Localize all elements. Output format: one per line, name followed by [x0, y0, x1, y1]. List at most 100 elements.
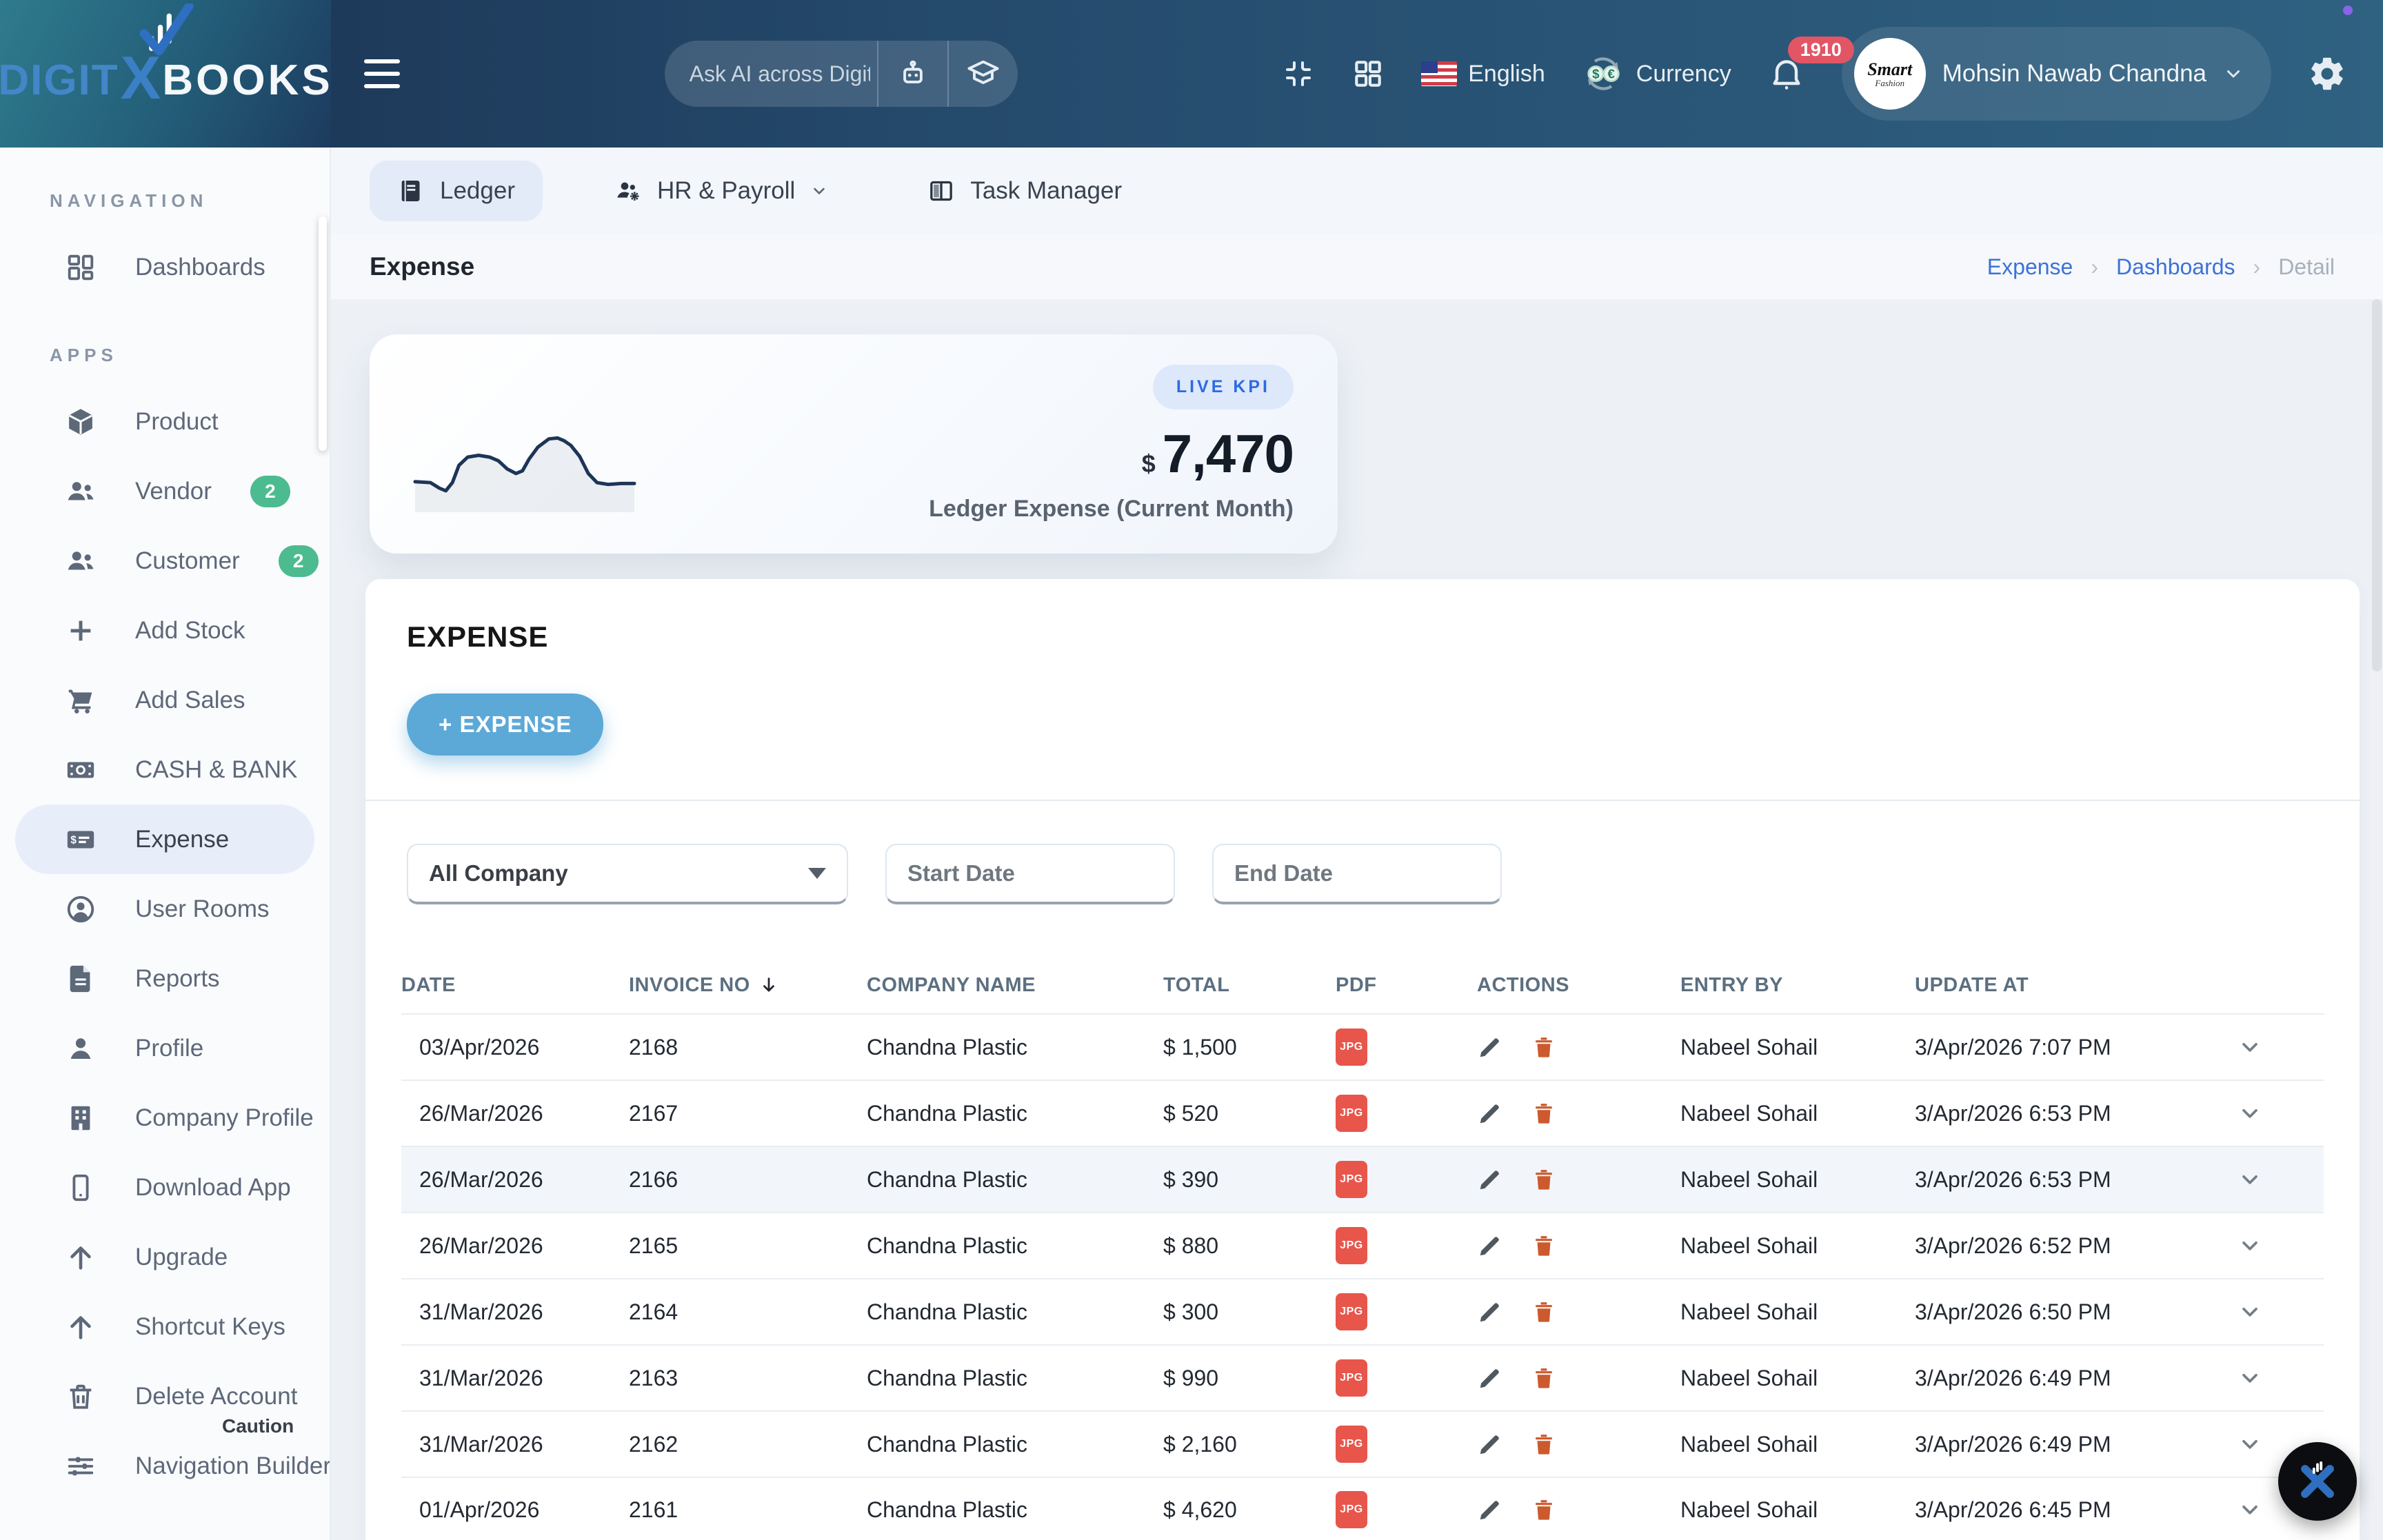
sidebar-item[interactable]: Product [15, 387, 314, 456]
sort-descending-icon[interactable] [758, 975, 779, 995]
jpg-attachment-badge[interactable]: JPG [1336, 1293, 1367, 1330]
column-header[interactable]: DATE [401, 974, 629, 997]
expand-row-button[interactable] [2238, 1299, 2262, 1324]
apps-grid-button[interactable] [1351, 57, 1385, 91]
column-header[interactable]: COMPANY NAME [867, 974, 1163, 997]
delete-button[interactable] [1531, 1431, 1557, 1457]
sidebar-toggle-button[interactable] [364, 59, 400, 88]
breadcrumb-item[interactable]: Expense [1987, 254, 2116, 280]
table-row[interactable]: 31/Mar/2026 2162 Chandna Plastic $ 2,160… [401, 1410, 2324, 1477]
sidebar-item[interactable]: Company Profile [15, 1083, 314, 1153]
column-header[interactable]: TOTAL [1163, 974, 1336, 997]
delete-button[interactable] [1531, 1166, 1557, 1193]
settings-button[interactable] [2307, 54, 2347, 94]
delete-button[interactable] [1531, 1497, 1557, 1523]
add-expense-button[interactable]: + EXPENSE [407, 693, 603, 756]
delete-button[interactable] [1531, 1233, 1557, 1259]
table-row[interactable]: 26/Mar/2026 2167 Chandna Plastic $ 520 J… [401, 1080, 2324, 1146]
end-date-input[interactable]: End Date [1212, 844, 1502, 904]
edit-button[interactable] [1477, 1166, 1503, 1193]
jpg-attachment-badge[interactable]: JPG [1336, 1161, 1367, 1198]
sidebar-item[interactable]: Add Stock [15, 596, 314, 665]
vertical-scrollbar[interactable] [2371, 299, 2383, 1540]
edit-button[interactable] [1477, 1431, 1503, 1457]
table-row[interactable]: 31/Mar/2026 2164 Chandna Plastic $ 300 J… [401, 1278, 2324, 1344]
user-menu[interactable]: Smart Fashion Mohsin Nawab Chandna [1842, 27, 2271, 121]
jpg-attachment-badge[interactable]: JPG [1336, 1491, 1367, 1528]
language-selector[interactable]: English [1421, 61, 1545, 88]
module-tab[interactable]: Task Manager [900, 161, 1149, 221]
column-header[interactable]: ENTRY BY [1680, 974, 1915, 997]
sidebar-item[interactable]: CASH & BANK 4 [15, 735, 314, 804]
sidebar-item[interactable]: Download App [15, 1153, 314, 1222]
jpg-attachment-badge[interactable]: JPG [1336, 1095, 1367, 1132]
expand-row-button[interactable] [2238, 1101, 2262, 1126]
edit-button[interactable] [1477, 1100, 1503, 1126]
sidebar-item[interactable]: Expense [15, 804, 314, 874]
sidebar-item[interactable]: Shortcut Keys [15, 1292, 314, 1361]
expand-row-button[interactable] [2238, 1432, 2262, 1457]
sidebar-item[interactable]: Profile [15, 1013, 314, 1083]
jpg-attachment-badge[interactable]: JPG [1336, 1359, 1367, 1397]
sidebar-item[interactable]: Navigation Builder [15, 1431, 314, 1501]
breadcrumb-item[interactable]: Dashboards [2116, 254, 2278, 280]
table-row[interactable]: 31/Mar/2026 2163 Chandna Plastic $ 990 J… [401, 1344, 2324, 1410]
edit-button[interactable] [1477, 1034, 1503, 1060]
sidebar-item[interactable]: Vendor 2 [15, 456, 314, 526]
expand-row-button[interactable] [2238, 1233, 2262, 1258]
delete-button[interactable] [1531, 1299, 1557, 1325]
ai-search-bar[interactable] [665, 41, 1018, 107]
cell-entry-by: Nabeel Sohail [1680, 1233, 1915, 1259]
breadcrumb: ExpenseDashboardsDetail [1987, 254, 2335, 280]
expand-row-button[interactable] [2238, 1167, 2262, 1192]
column-header[interactable]: PDF [1336, 974, 1477, 997]
delete-button[interactable] [1531, 1365, 1557, 1391]
brand-logo[interactable]: DIGIT X BOOKS [0, 0, 331, 148]
jpg-attachment-badge[interactable]: JPG [1336, 1227, 1367, 1264]
breadcrumb-item[interactable]: Detail [2278, 254, 2335, 280]
ai-assistant-button[interactable] [877, 41, 947, 107]
cell-actions [1477, 1166, 1680, 1193]
chat-widget-button[interactable] [2278, 1442, 2357, 1521]
column-header[interactable]: UPDATE AT [1915, 974, 2215, 997]
jpg-attachment-badge[interactable]: JPG [1336, 1426, 1367, 1463]
module-tab[interactable]: HR & Payroll [587, 161, 856, 221]
sidebar-item[interactable]: Add Sales [15, 665, 314, 735]
currency-selector[interactable]: $ € Currency [1581, 52, 1731, 96]
table-row[interactable]: 26/Mar/2026 2166 Chandna Plastic $ 390 J… [401, 1146, 2324, 1212]
column-header[interactable]: INVOICE NO [629, 974, 867, 997]
edit-button[interactable] [1477, 1365, 1503, 1391]
expand-row-button[interactable] [2238, 1497, 2262, 1522]
edit-button[interactable] [1477, 1497, 1503, 1523]
sidebar-item[interactable]: User Rooms [15, 874, 314, 944]
jpg-attachment-badge[interactable]: JPG [1336, 1029, 1367, 1066]
expand-row-button[interactable] [2238, 1366, 2262, 1390]
sidebar-item[interactable]: Upgrade [15, 1222, 314, 1292]
module-tab[interactable]: Ledger [370, 161, 543, 221]
sidebar-item[interactable]: Customer 2 [15, 526, 314, 596]
edit-button[interactable] [1477, 1233, 1503, 1259]
sidebar-item[interactable]: Dashboards [15, 232, 314, 302]
expand-row-button[interactable] [2238, 1035, 2262, 1060]
cell-actions [1477, 1100, 1680, 1126]
delete-button[interactable] [1531, 1100, 1557, 1126]
sidebar-item[interactable]: Reports [15, 944, 314, 1013]
edit-button[interactable] [1477, 1299, 1503, 1325]
compress-view-button[interactable] [1282, 57, 1315, 90]
user-avatar: Smart Fashion [1854, 38, 1926, 110]
ai-search-input[interactable] [665, 41, 877, 107]
table-row[interactable]: 01/Apr/2026 2161 Chandna Plastic $ 4,620… [401, 1477, 2324, 1540]
start-date-input[interactable]: Start Date [885, 844, 1175, 904]
learning-button[interactable] [947, 41, 1018, 107]
delete-button[interactable] [1531, 1034, 1557, 1060]
pencil-icon [1477, 1166, 1503, 1193]
company-filter-select[interactable]: All Company [407, 844, 848, 904]
sidebar-item[interactable]: Delete Account Caution [15, 1361, 314, 1431]
scrollbar-thumb[interactable] [2372, 299, 2382, 671]
live-kpi-card[interactable]: LIVE KPI $ 7,470 Ledger Expense (Current… [370, 334, 1338, 554]
sidebar-scrollbar-thumb[interactable] [319, 216, 327, 451]
notifications-button[interactable]: 1910 [1767, 54, 1806, 93]
table-row[interactable]: 03/Apr/2026 2168 Chandna Plastic $ 1,500… [401, 1013, 2324, 1080]
table-row[interactable]: 26/Mar/2026 2165 Chandna Plastic $ 880 J… [401, 1212, 2324, 1278]
column-header[interactable]: ACTIONS [1477, 974, 1680, 997]
